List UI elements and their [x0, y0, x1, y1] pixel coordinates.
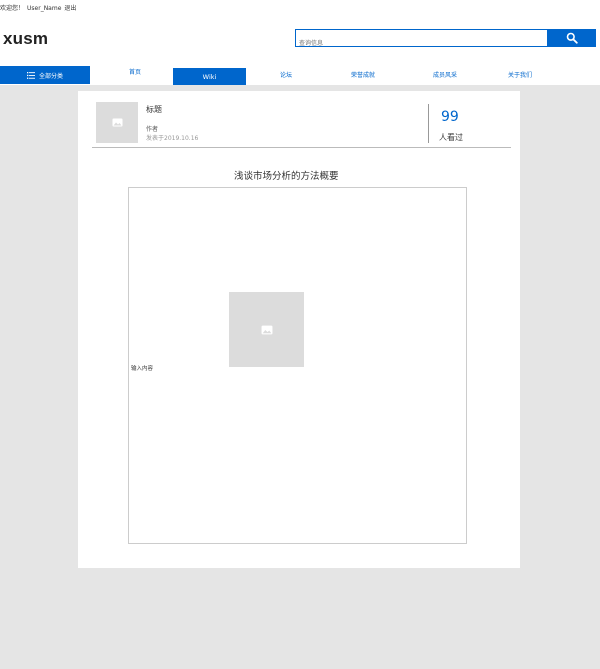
nav-item-wiki[interactable]: Wiki	[173, 68, 246, 85]
nav-item-members[interactable]: 成员风采	[415, 63, 475, 85]
divider	[428, 104, 429, 143]
list-icon	[26, 71, 35, 79]
search-input[interactable]	[296, 35, 547, 52]
article-image	[229, 292, 304, 367]
logout-link[interactable]: 退出	[64, 5, 76, 12]
nav-item-honors[interactable]: 荣誉成就	[333, 63, 393, 85]
top-bar: 欢迎您！ User_Name 退出	[0, 3, 79, 13]
search-button[interactable]	[547, 29, 596, 47]
all-categories-button[interactable]: 全部分类	[0, 66, 90, 84]
site-logo[interactable]: xusm	[3, 29, 48, 49]
post-date: 发表于2019.10.16	[146, 135, 199, 142]
page: 欢迎您！User_Name退出 xusm 全部分类 首页 Wiki 论坛 荣誉成…	[0, 0, 600, 669]
nav-item-home[interactable]: 首页	[100, 60, 170, 82]
username-link[interactable]: User_Name	[27, 5, 61, 12]
main-nav: 全部分类 首页 Wiki 论坛 荣誉成就 成员风采 关于我们	[0, 63, 600, 85]
content-placeholder[interactable]: 输入内容	[131, 364, 153, 372]
article-title: 浅谈市场分析的方法概要	[234, 171, 339, 182]
nav-item-forum[interactable]: 论坛	[256, 63, 316, 85]
view-count: 99	[441, 109, 459, 125]
all-categories-label: 全部分类	[38, 72, 63, 80]
image-placeholder-icon	[112, 118, 122, 127]
search-icon	[566, 32, 578, 44]
welcome-text: 欢迎您！	[0, 5, 25, 12]
nav-item-about[interactable]: 关于我们	[490, 63, 550, 85]
post-author[interactable]: 作者	[146, 124, 158, 133]
image-placeholder-icon	[261, 325, 272, 334]
view-count-label: 人看过	[439, 133, 463, 142]
header-divider	[92, 147, 511, 148]
search-field[interactable]	[295, 29, 548, 52]
post-title: 标题	[146, 105, 162, 114]
author-avatar	[96, 102, 138, 143]
